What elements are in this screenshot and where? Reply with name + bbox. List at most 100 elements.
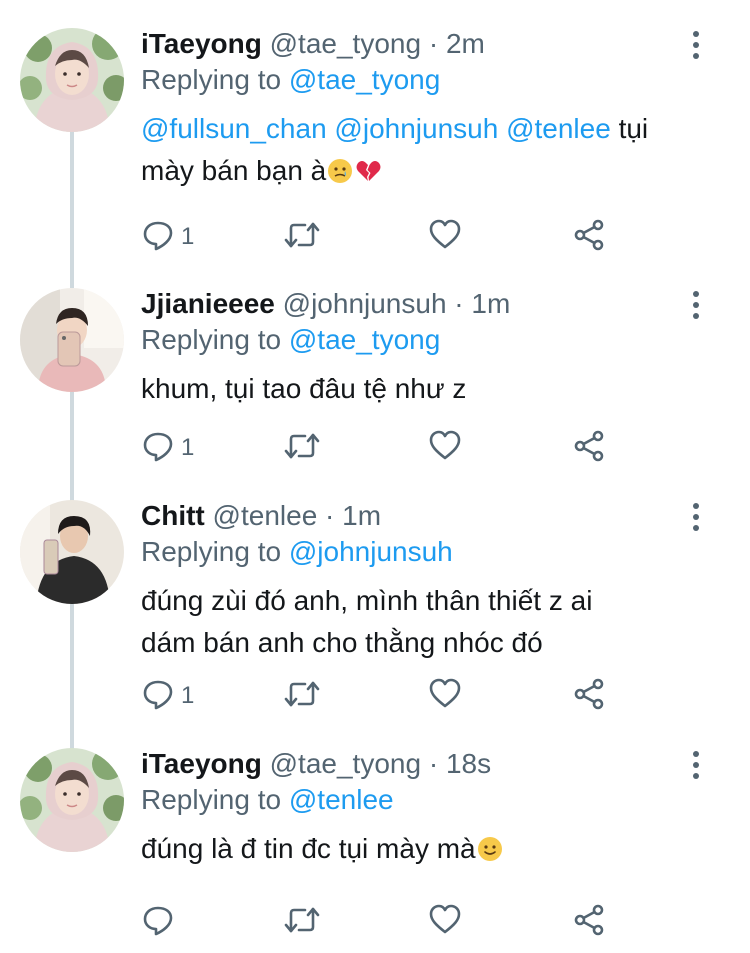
username[interactable]: @tae_tyong [270, 748, 421, 779]
like-icon [428, 903, 462, 942]
replying-to-label: Replying to [141, 324, 289, 355]
tweet-header: iTaeyong @tae_tyong · 18s [141, 748, 701, 780]
reply-count: 1 [181, 223, 195, 250]
retweet-button[interactable] [283, 902, 321, 942]
like-icon [428, 429, 462, 468]
avatar[interactable] [20, 28, 124, 132]
timestamp[interactable]: 1m [471, 288, 510, 319]
reply-icon [141, 218, 175, 257]
tweet-actions: 1 [141, 217, 621, 257]
username[interactable]: @johnjunsuh [283, 288, 447, 319]
share-icon [572, 429, 606, 468]
retweet-icon [283, 218, 321, 257]
replying-to-label: Replying to [141, 64, 289, 95]
tweet-header: iTaeyong @tae_tyong · 2m [141, 28, 701, 60]
tweet-text: @fullsun_chan @johnjunsuh @tenlee tụi mà… [141, 108, 701, 197]
tweet-text-line2: mày bán bạn à [141, 155, 327, 186]
username[interactable]: @tenlee [213, 500, 318, 531]
thread-connector [70, 603, 74, 750]
avatar[interactable] [20, 500, 124, 604]
timestamp[interactable]: 1m [342, 500, 381, 531]
separator: · [421, 748, 446, 779]
share-button[interactable] [572, 676, 606, 716]
thread-connector [70, 390, 74, 502]
tweet-text: đúng zùi đó anh, mình thân thiết z ai dá… [141, 580, 701, 664]
tweet-text-line1-tail: tụi [610, 113, 649, 144]
like-button[interactable] [428, 676, 462, 716]
reply-thread: iTaeyong @tae_tyong · 2m Replying to @ta… [0, 0, 750, 953]
more-options-icon[interactable] [688, 502, 704, 532]
replying-to-label: Replying to [141, 784, 289, 815]
share-icon [572, 218, 606, 257]
tweet-header: Chitt @tenlee · 1m [141, 500, 701, 532]
replying-to-link[interactable]: @tenlee [289, 784, 394, 815]
share-icon [572, 677, 606, 716]
replying-to-link[interactable]: @tae_tyong [289, 64, 440, 95]
display-name[interactable]: iTaeyong [141, 748, 262, 779]
retweet-button[interactable] [283, 217, 321, 257]
replying-to: Replying to @tenlee [141, 784, 701, 816]
reply-icon [141, 903, 175, 942]
like-icon [428, 218, 462, 257]
avatar[interactable] [20, 748, 124, 852]
mention-links[interactable]: @fullsun_chan @johnjunsuh @tenlee [141, 113, 611, 144]
display-name[interactable]: iTaeyong [141, 28, 262, 59]
timestamp[interactable]: 18s [446, 748, 491, 779]
replying-to-link[interactable]: @tae_tyong [289, 324, 440, 355]
replying-to: Replying to @tae_tyong [141, 324, 701, 356]
replying-to-label: Replying to [141, 536, 289, 567]
tweet-content: Chitt @tenlee · 1m Replying to @johnjuns… [141, 500, 701, 664]
reply-count: 1 [181, 434, 195, 461]
replying-to-link[interactable]: @johnjunsuh [289, 536, 453, 567]
slightly-smiling-face-icon [476, 833, 504, 875]
tweet-text: khum, tụi tao đâu tệ như z [141, 373, 467, 404]
replying-to: Replying to @johnjunsuh [141, 536, 701, 568]
tweet-text: đúng là đ tin đc tụi mày mà [141, 828, 701, 875]
reply-icon [141, 677, 175, 716]
reply-count: 1 [181, 682, 195, 709]
display-name[interactable]: Chitt [141, 500, 205, 531]
retweet-icon [283, 903, 321, 942]
share-button[interactable] [572, 428, 606, 468]
username[interactable]: @tae_tyong [270, 28, 421, 59]
reply-icon [141, 429, 175, 468]
reply-button[interactable]: 1 [141, 676, 194, 716]
like-button[interactable] [428, 217, 462, 257]
retweet-button[interactable] [283, 428, 321, 468]
like-button[interactable] [428, 902, 462, 942]
tweet-actions: 1 [141, 676, 621, 716]
reply-button[interactable] [141, 902, 181, 942]
thread-connector [70, 128, 74, 288]
more-options-icon[interactable] [688, 290, 704, 320]
tweet-text-line: đúng là đ tin đc tụi mày mà [141, 833, 476, 864]
broken-heart-icon [354, 155, 382, 197]
share-icon [572, 903, 606, 942]
more-options-icon[interactable] [688, 750, 704, 780]
retweet-button[interactable] [283, 676, 321, 716]
display-name[interactable]: Jjianieeee [141, 288, 275, 319]
retweet-icon [283, 429, 321, 468]
retweet-icon [283, 677, 321, 716]
like-icon [428, 677, 462, 716]
separator: · [317, 500, 343, 531]
separator: · [446, 288, 472, 319]
tweet-content: Jjianieeee @johnjunsuh · 1m Replying to … [141, 288, 701, 410]
tweet-text-line1: đúng zùi đó anh, mình thân thiết z ai [141, 585, 593, 616]
tweet-content: iTaeyong @tae_tyong · 2m Replying to @ta… [141, 28, 701, 197]
replying-to: Replying to @tae_tyong [141, 64, 701, 96]
like-button[interactable] [428, 428, 462, 468]
more-options-icon[interactable] [688, 30, 704, 60]
share-button[interactable] [572, 902, 606, 942]
reply-button[interactable]: 1 [141, 428, 194, 468]
tweet-actions: 1 [141, 428, 621, 468]
tweet-actions [141, 902, 621, 942]
separator: · [421, 28, 446, 59]
share-button[interactable] [572, 217, 606, 257]
tweet-header: Jjianieeee @johnjunsuh · 1m [141, 288, 701, 320]
reply-button[interactable]: 1 [141, 217, 194, 257]
avatar[interactable] [20, 288, 124, 392]
timestamp[interactable]: 2m [446, 28, 485, 59]
tweet-text-line2: dám bán anh cho thằng nhóc đó [141, 627, 543, 658]
tweet-content: iTaeyong @tae_tyong · 18s Replying to @t… [141, 748, 701, 875]
crying-face-icon [326, 155, 354, 197]
